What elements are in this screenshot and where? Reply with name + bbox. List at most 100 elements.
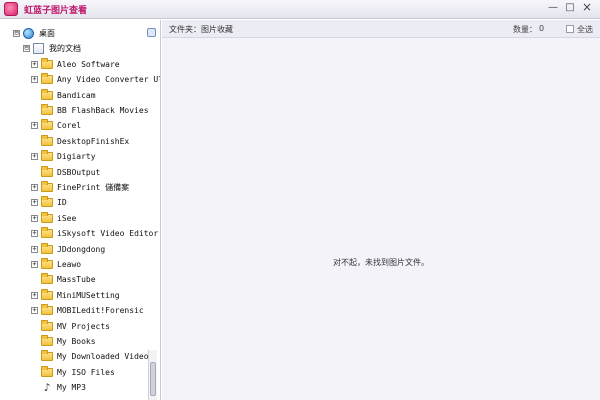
folder-icon xyxy=(41,181,53,192)
documents-icon xyxy=(33,43,44,55)
tree-item[interactable]: ♪ My MP3 xyxy=(0,380,146,395)
tree-item[interactable]: ⊟ 桌面 xyxy=(0,26,146,41)
folder-icon xyxy=(41,165,53,177)
tree-item[interactable]: ⊟ 我的文档 xyxy=(0,41,146,56)
title-bar: 虹蓝子图片查看 — □ × xyxy=(0,0,600,19)
tree-item-label: DesktopFinishEx xyxy=(57,136,130,146)
tree-item[interactable]: My Downloaded Video xyxy=(0,349,149,364)
content-header: 文件夹：图片收藏 数量： 0 全选 xyxy=(162,20,600,38)
tree-item-label: iSkysoft Video Editor xyxy=(57,229,159,239)
tree-item-label: FinePrint 儲備案 xyxy=(57,183,130,192)
folder-icon xyxy=(41,335,53,346)
tree-item[interactable]: + Corel xyxy=(0,118,146,133)
tree-item-label: DSBOutput xyxy=(57,167,101,177)
expand-toggle-icon[interactable]: + xyxy=(31,230,38,238)
tree-item[interactable]: + iSee xyxy=(0,211,146,226)
folder-icon xyxy=(41,88,53,100)
tree-item[interactable]: + iSkysoft Video Editor xyxy=(0,226,158,241)
scrollbar-thumb[interactable] xyxy=(150,362,156,396)
folder-icon xyxy=(41,304,53,316)
refresh-icon[interactable] xyxy=(147,28,156,37)
folder-icon xyxy=(41,273,53,285)
close-button[interactable]: × xyxy=(580,1,594,15)
tree-item-label: Any Video Converter Ultim xyxy=(57,75,160,85)
tree-item[interactable]: + Any Video Converter Ultim xyxy=(0,72,160,87)
tree-item[interactable]: + Leawo xyxy=(0,257,146,272)
tree-item-label: Bandicam xyxy=(57,90,96,100)
tree-item[interactable]: My ISO Files xyxy=(0,365,146,380)
tree-item[interactable]: DesktopFinishEx xyxy=(0,134,146,149)
music-icon: ♪ xyxy=(43,381,51,395)
folder-icon xyxy=(41,134,53,146)
tree-item-label: Corel xyxy=(57,121,82,131)
folder-icon xyxy=(41,319,53,331)
folder-icon xyxy=(41,73,53,85)
expand-toggle-icon[interactable]: + xyxy=(31,199,38,207)
expand-toggle-icon[interactable]: + xyxy=(31,261,38,268)
folder-icon xyxy=(41,211,53,223)
tree-item-label: BB FlashBack Movies xyxy=(57,106,149,115)
tree-item-label: Aleo Software xyxy=(57,59,120,69)
desktop-icon xyxy=(23,28,34,39)
select-all-checkbox[interactable] xyxy=(566,25,574,33)
tree-item[interactable]: BB FlashBack Movies xyxy=(0,103,149,118)
tree-item-label: 我的文档 xyxy=(49,44,81,54)
expand-toggle-icon[interactable]: + xyxy=(31,184,38,191)
tree-item[interactable]: MassTube xyxy=(0,272,146,287)
tree-item-label: 桌面 xyxy=(39,29,55,38)
expand-toggle-icon[interactable]: + xyxy=(31,307,38,315)
tree-item[interactable]: + Aleo Software xyxy=(0,57,146,72)
tree-item[interactable]: My Books xyxy=(0,334,146,349)
tree-item-label: My Books xyxy=(57,337,96,346)
tree-scrollbar[interactable] xyxy=(148,350,157,400)
folder-icon xyxy=(41,350,53,362)
tree-item-label: My Downloaded Video xyxy=(57,352,149,362)
window-title: 虹蓝子图片查看 xyxy=(24,6,88,16)
expand-toggle-icon[interactable]: + xyxy=(31,245,38,253)
maximize-button[interactable]: □ xyxy=(563,1,577,15)
collapse-toggle-icon[interactable]: ⊟ xyxy=(13,30,20,37)
folder-icon xyxy=(41,196,53,208)
tree-item[interactable]: + Digiarty xyxy=(0,149,146,164)
tree-item-label: MiniMUSetting xyxy=(57,290,120,300)
expand-toggle-icon[interactable]: + xyxy=(31,291,38,299)
current-folder-label: 文件夹：图片收藏 xyxy=(169,25,233,34)
image-count-label: 数量： xyxy=(513,25,537,34)
tree-item[interactable]: + MiniMUSetting xyxy=(0,288,146,303)
collapse-toggle-icon[interactable]: ⊟ xyxy=(23,45,30,53)
tree-item[interactable]: + MOBILedit!Forensic xyxy=(0,303,146,318)
app-logo-icon xyxy=(4,2,18,16)
folder-icon xyxy=(41,150,53,162)
tree-item[interactable]: DSBOutput xyxy=(0,165,146,180)
tree-item[interactable]: MV Projects xyxy=(0,319,146,334)
empty-state-message: 对不起，未找到图片文件。 xyxy=(333,258,429,267)
tree-item-label: MassTube xyxy=(57,275,96,285)
tree-item[interactable]: Bandicam xyxy=(0,88,146,103)
expand-toggle-icon[interactable]: + xyxy=(31,214,38,222)
folder-icon xyxy=(41,242,53,254)
tree-item[interactable]: + FinePrint 儲備案 xyxy=(0,180,146,195)
expand-toggle-icon[interactable]: + xyxy=(31,153,38,161)
image-count-value: 0 xyxy=(539,24,545,33)
tree-item[interactable]: + JDdongdong xyxy=(0,242,146,257)
folder-icon xyxy=(41,57,53,69)
folder-icon xyxy=(41,104,53,115)
tree-item-label: JDdongdong xyxy=(57,244,106,254)
tree-item-label: MV Projects xyxy=(57,321,110,331)
folder-tree: ⊟ 桌面 ⊟ 我的文档 + Aleo Software + Any Video Convert… xyxy=(0,20,161,400)
minimize-button[interactable]: — xyxy=(546,1,560,15)
tree-item-label: iSee xyxy=(57,213,77,223)
select-all-label[interactable]: 全选 xyxy=(577,24,593,35)
tree-item-label: MOBILedit!Forensic xyxy=(57,306,144,316)
expand-toggle-icon[interactable]: + xyxy=(31,60,38,68)
tree-item[interactable]: + ID xyxy=(0,195,146,210)
tree-item-label: Digiarty xyxy=(57,152,96,162)
folder-icon xyxy=(41,258,53,269)
expand-toggle-icon[interactable]: + xyxy=(31,76,38,84)
expand-toggle-icon[interactable]: + xyxy=(31,122,38,130)
folder-icon xyxy=(41,119,53,131)
image-content-pane: 文件夹：图片收藏 数量： 0 全选 对不起，未找到图片文件。 xyxy=(162,20,600,400)
folder-icon xyxy=(41,288,53,300)
tree-item-label: ID xyxy=(57,198,67,208)
tree-item-label: My ISO Files xyxy=(57,367,115,377)
